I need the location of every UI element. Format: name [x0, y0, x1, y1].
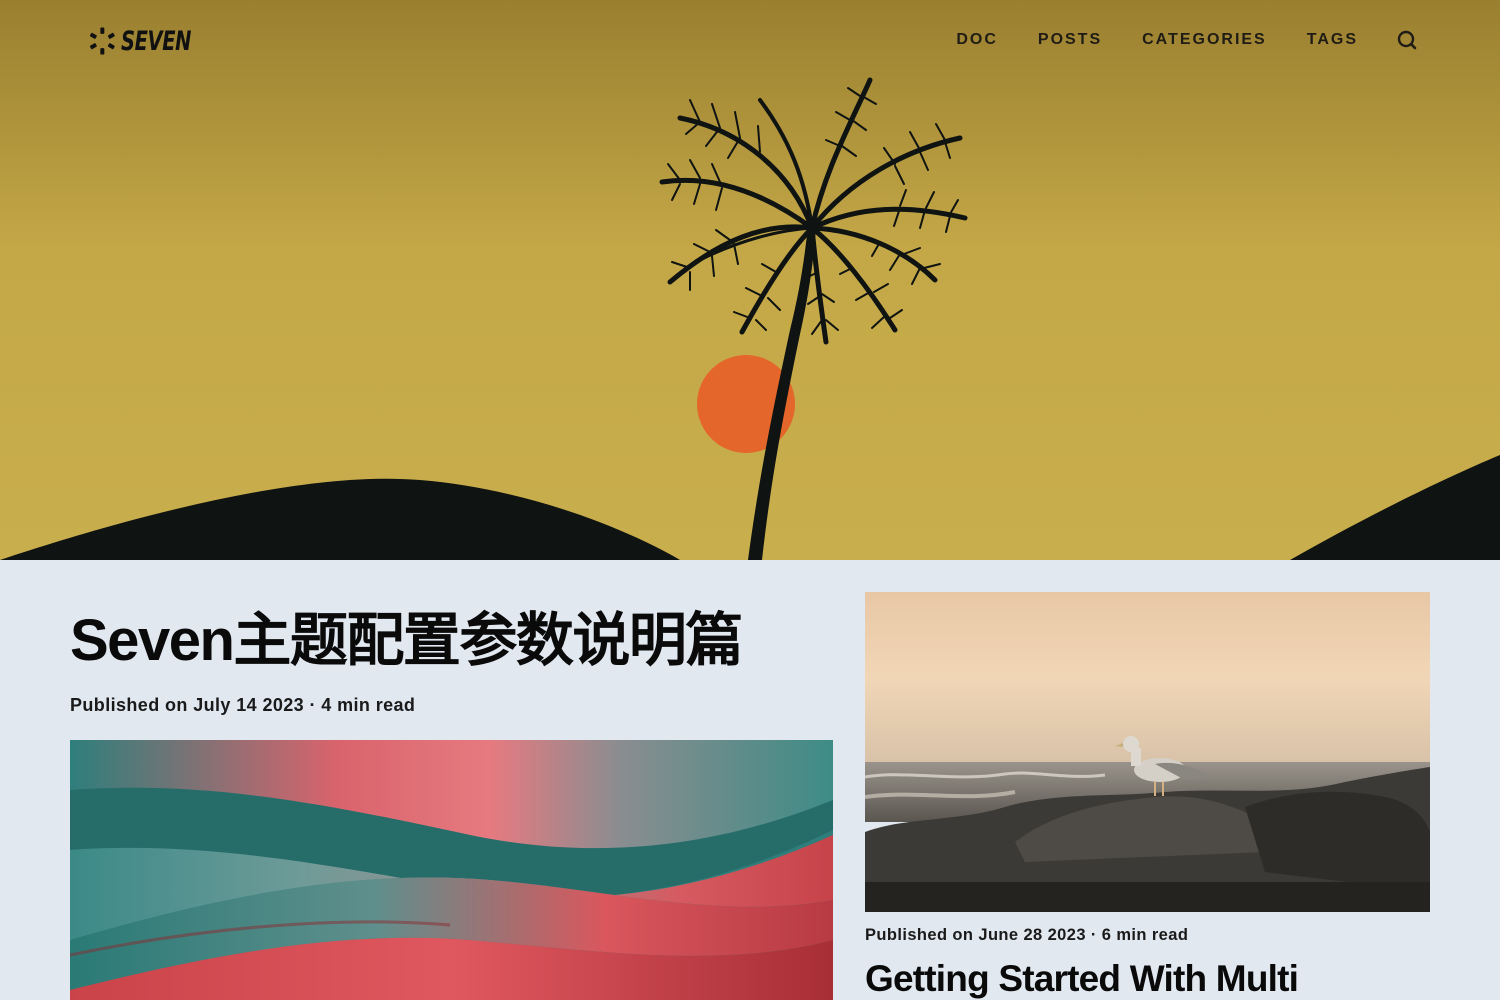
- side-post-meta: Published on June 28 2023 · 6 min read: [865, 926, 1189, 944]
- nav-link-posts[interactable]: POSTS: [1038, 31, 1102, 48]
- nav-item-tags: TAGS: [1307, 28, 1358, 52]
- featured-post-image[interactable]: [70, 740, 833, 1000]
- side-post-title[interactable]: Getting Started With Multi: [865, 956, 1299, 1000]
- nav-item-categories: CATEGORIES: [1142, 28, 1267, 52]
- search-button[interactable]: [1395, 28, 1419, 52]
- side-post-image[interactable]: [865, 592, 1430, 912]
- featured-post-title[interactable]: Seven主题配置参数说明篇: [70, 604, 743, 678]
- site-header: SEVEN DOC POSTS CATEGORIES TAGS: [0, 0, 1500, 80]
- site-brand-name: SEVEN: [120, 25, 191, 57]
- post-list: Seven主题配置参数说明篇 Published on July 14 2023…: [0, 560, 1500, 1000]
- site-logo[interactable]: SEVEN: [88, 20, 218, 62]
- nav-link-tags[interactable]: TAGS: [1307, 31, 1358, 48]
- nav-item-posts: POSTS: [1038, 28, 1102, 52]
- logo-icon: [89, 27, 115, 55]
- hero-image: [0, 0, 1500, 560]
- nav-link-categories[interactable]: CATEGORIES: [1142, 31, 1267, 48]
- nav-item-doc: DOC: [956, 28, 998, 52]
- featured-post-meta: Published on July 14 2023 · 4 min read: [70, 695, 416, 715]
- hero-banner: SEVEN DOC POSTS CATEGORIES TAGS: [0, 0, 1500, 560]
- nav-link-doc[interactable]: DOC: [956, 31, 998, 48]
- search-icon: [1397, 30, 1417, 50]
- main-nav: DOC POSTS CATEGORIES TAGS: [956, 28, 1358, 52]
